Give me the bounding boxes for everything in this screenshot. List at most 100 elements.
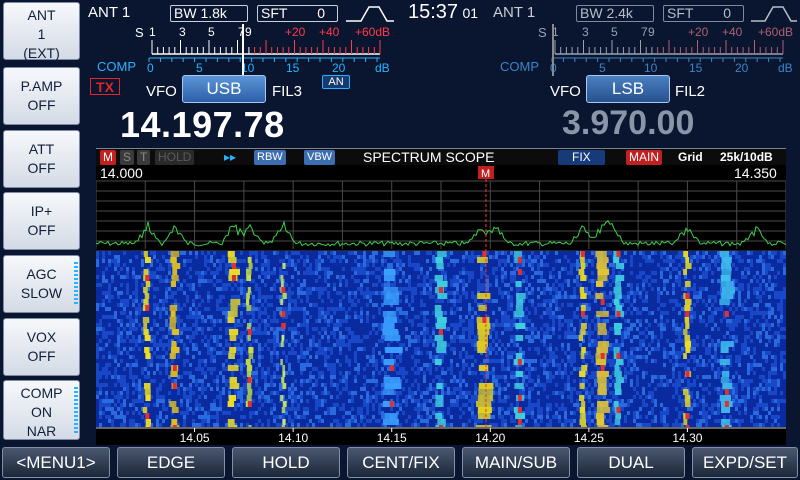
bw-value: 1.8k xyxy=(200,5,227,21)
comp-scale-tick-label: 15 xyxy=(689,61,703,75)
scope-right-edge-freq: 14.350 xyxy=(734,165,777,181)
s-scale-tick-label: +20 xyxy=(285,25,306,39)
sub-vfo-label: VFO xyxy=(550,83,581,100)
att-button[interactable]: ATT OFF xyxy=(3,130,80,188)
sft-label: SFT xyxy=(261,5,288,21)
main-filter-shape-icon xyxy=(346,6,394,22)
s-scale-tick-label: +20 xyxy=(688,25,709,39)
sub-frequency[interactable]: 3.970.00 xyxy=(562,104,694,143)
button-value: (EXT) xyxy=(23,45,60,61)
sft-label: SFT xyxy=(667,5,694,21)
scope-title: SPECTRUM SCOPE xyxy=(363,149,495,165)
sub-filter-label: FIL2 xyxy=(675,83,706,100)
s-scale-tick-label: +60dB xyxy=(758,25,793,39)
hold-button[interactable]: HOLD xyxy=(232,447,340,478)
sub-s-comp-meter: S13579+20+40+60dBCOMP05101520dB xyxy=(500,24,793,76)
scope-span-label: 25k/10dB xyxy=(720,150,773,164)
scope-t-tag: T xyxy=(137,150,151,165)
comp-scale-tick-label: 0 xyxy=(147,61,154,75)
button-title: AGC xyxy=(26,266,57,282)
main-frequency[interactable]: 14.197.78 xyxy=(120,104,285,146)
s-scale-tick-label: 9 xyxy=(648,25,655,39)
scope-center-marker-label: M xyxy=(481,168,490,180)
ipplus-button[interactable]: IP+ OFF xyxy=(3,192,80,250)
comp-scale-tick-label: 10 xyxy=(644,61,658,75)
s-scale-tick-label: 5 xyxy=(611,25,618,39)
main-s-comp-meter: S 1 3 5 7 9 +20 +40 +60dBCOMP 0 5 10 15 20 dB xyxy=(97,24,390,76)
comp-button[interactable]: COMP ON NAR xyxy=(3,380,80,440)
main-bw-indicator[interactable]: BW 1.8k xyxy=(170,5,248,22)
meter-s-label: S xyxy=(538,25,547,40)
sub-mode-button[interactable]: LSB xyxy=(586,75,670,103)
comp-scale-tick-label: 5 xyxy=(196,61,203,75)
bw-value: 2.4k xyxy=(606,5,633,21)
s-scale-tick-label: +40 xyxy=(722,25,743,39)
button-title: IP+ xyxy=(30,203,53,219)
scope-left-edge-freq: 14.000 xyxy=(100,165,143,181)
main-vfo-label: VFO xyxy=(146,83,177,100)
scope-speed-icon: ▸▸ xyxy=(224,150,237,164)
main-sft-indicator[interactable]: SFT 0 xyxy=(257,5,338,22)
comp-scale-tick-label: 20 xyxy=(735,61,749,75)
clock-seconds: 01 xyxy=(462,5,479,21)
s-scale-tick-label: 3 xyxy=(582,25,589,39)
vox-button[interactable]: VOX OFF xyxy=(3,318,80,376)
button-title: COMP xyxy=(20,385,63,401)
scope-grid-label: Grid xyxy=(678,150,703,164)
s-scale-tick-label: 7 xyxy=(641,25,648,39)
bw-label: BW xyxy=(580,5,603,21)
button-value: OFF xyxy=(27,160,56,176)
button-value: 1 xyxy=(37,26,46,42)
ant-button[interactable]: ANT 1 (EXT) xyxy=(3,2,80,61)
s-scale-tick-label: +40 xyxy=(319,25,340,39)
comp-scale-tick-label: dB xyxy=(778,61,793,75)
s-scale-tick-label: +60dB xyxy=(355,25,390,39)
button-value: NAR xyxy=(26,423,57,439)
tx-badge: TX xyxy=(90,78,120,95)
sub-bw-indicator[interactable]: BW 2.4k xyxy=(576,5,654,22)
waterfall xyxy=(96,251,786,431)
main-mode-button[interactable]: USB xyxy=(182,75,266,103)
s-scale-tick-label: 3 xyxy=(179,25,186,39)
dual-button[interactable]: DUAL xyxy=(577,447,685,478)
button-title: P.AMP xyxy=(20,78,63,94)
comp-scale-tick-label: dB xyxy=(375,61,390,75)
comp-scale-tick-label: 5 xyxy=(599,61,606,75)
button-value: ON xyxy=(31,404,52,420)
cent-fix-button[interactable]: CENT/FIX xyxy=(347,447,455,478)
clock: 15:37 01 xyxy=(408,1,478,24)
main-antenna-label: ANT 1 xyxy=(88,4,131,21)
button-title: ANT xyxy=(27,7,56,23)
meter-comp-label: COMP xyxy=(97,59,136,74)
freq-axis-label: 14.20 xyxy=(475,431,505,445)
s-scale-tick-label: 1 xyxy=(149,25,156,39)
agc-button[interactable]: AGC SLOW xyxy=(3,255,80,313)
expd-set-button[interactable]: EXPD/SET xyxy=(692,447,798,478)
freq-axis-label: 14.05 xyxy=(180,431,210,445)
freq-axis-label: 14.15 xyxy=(377,431,407,445)
level-indicator-icon xyxy=(74,262,78,306)
pamp-button[interactable]: P.AMP OFF xyxy=(3,67,80,125)
s-scale-tick-label: 9 xyxy=(245,25,252,39)
sub-antenna-label: ANT 1 xyxy=(493,4,536,21)
edge-button[interactable]: EDGE xyxy=(117,447,225,478)
sft-value: 0 xyxy=(723,5,731,21)
button-title: ATT xyxy=(28,141,55,157)
sft-value: 0 xyxy=(317,5,325,21)
button-value: OFF xyxy=(27,97,56,113)
scope-main-tag: MAIN xyxy=(626,150,662,165)
comp-scale-tick-label: 20 xyxy=(332,61,346,75)
freq-axis-label: 14.10 xyxy=(278,431,308,445)
menu1-button[interactable]: <MENU1> xyxy=(2,447,110,478)
main-sub-button[interactable]: MAIN/SUB xyxy=(462,447,570,478)
freq-axis-label: 14.30 xyxy=(672,431,702,445)
scope-header: M S T HOLD ▸▸ RBW VBW SPECTRUM SCOPE FIX… xyxy=(96,148,786,166)
an-badge[interactable]: AN xyxy=(322,75,350,89)
bw-label: BW xyxy=(174,5,197,21)
clock-time: 15:37 xyxy=(408,1,459,23)
level-indicator-icon xyxy=(74,387,78,433)
scope-fix-tag: FIX xyxy=(558,150,605,165)
spectrum-scope[interactable]: 14.000 14.350 M 14.05 14.10 14.15 14.20 14.25 14… xyxy=(96,165,786,445)
scope-vbw-tag: VBW xyxy=(304,150,336,165)
sub-sft-indicator[interactable]: SFT 0 xyxy=(663,5,744,22)
